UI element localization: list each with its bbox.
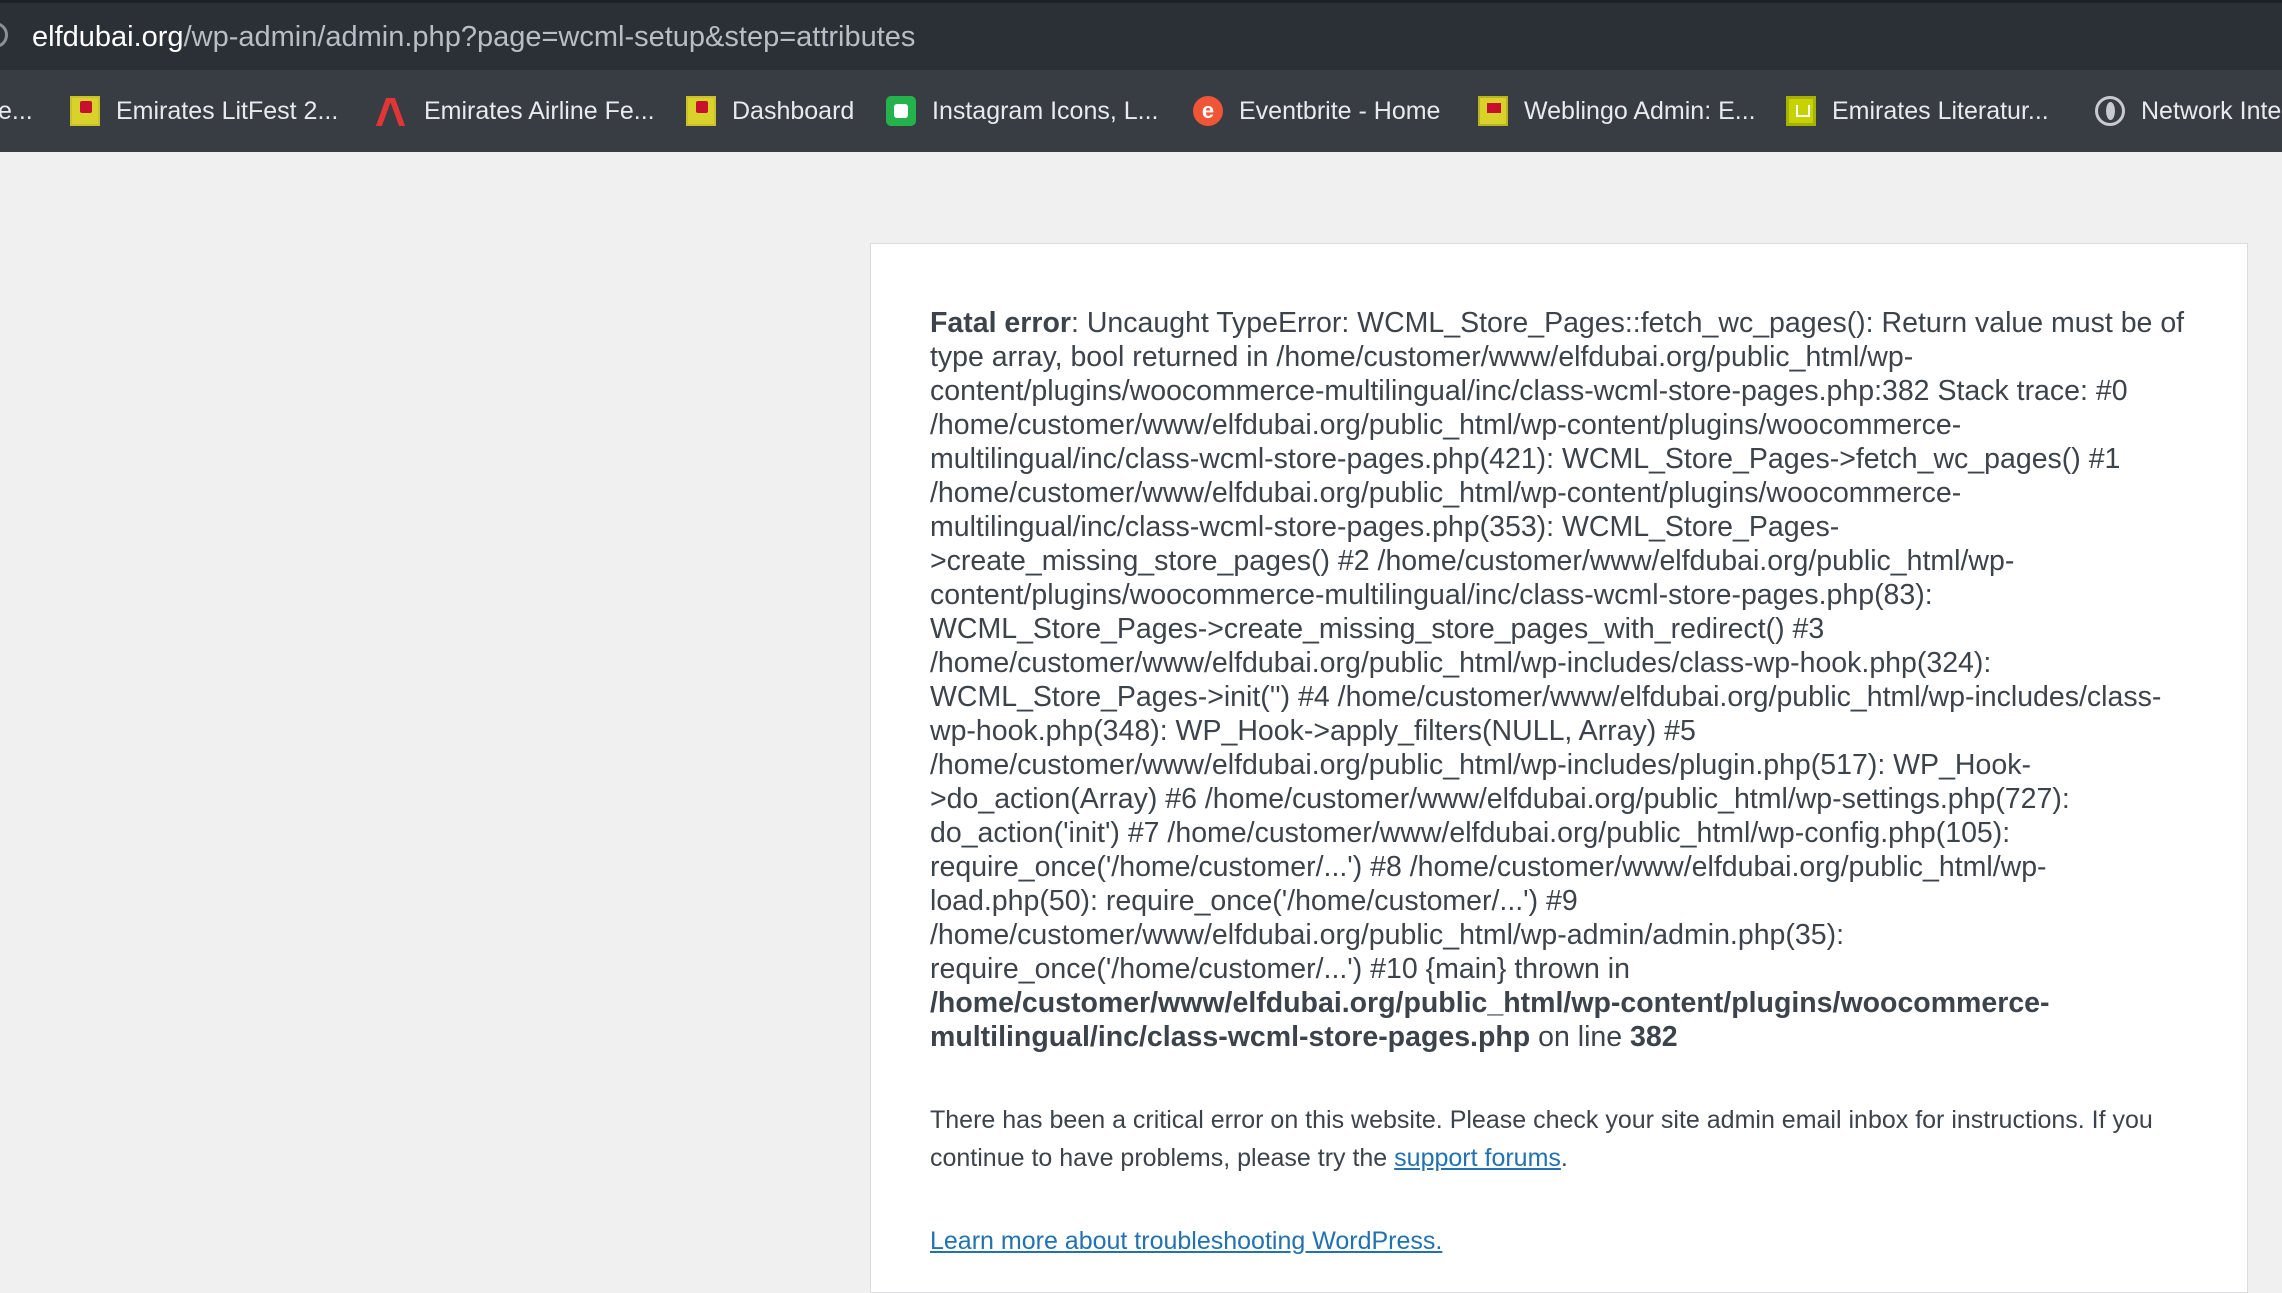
bookmark-label: Emirates Airline Fe...	[424, 96, 655, 125]
error-file-path: /home/customer/www/elfdubai.org/public_h…	[930, 987, 2050, 1053]
error-line-number: 382	[1630, 1021, 1678, 1053]
on-line-text: on line	[1530, 1021, 1631, 1053]
bookmark-network[interactable]: Network Inte	[2095, 70, 2281, 152]
globe-icon	[2095, 96, 2125, 126]
support-forums-link[interactable]: support forums	[1394, 1144, 1561, 1172]
eventbrite-icon: e	[1193, 96, 1223, 126]
critical-error-notice: There has been a critical error on this …	[930, 1101, 2190, 1177]
bookmark-label: Network Inte	[2141, 96, 2282, 125]
bookmarks-bar: e... Emirates LitFest 2... Emirates Airl…	[0, 70, 2282, 152]
error-stack-trace: : Uncaught TypeError: WCML_Store_Pages::…	[930, 307, 2185, 985]
emirates-litfest-icon	[686, 96, 716, 126]
bookmark-emirates-litfest[interactable]: Emirates LitFest 2...	[70, 70, 338, 152]
url-host: elfdubai.org	[32, 21, 184, 53]
bookmark-label: Eventbrite - Home	[1239, 96, 1441, 125]
weblingo-icon	[1478, 96, 1508, 126]
bookmark-clipped[interactable]: e...	[0, 70, 33, 152]
learn-more-troubleshooting-link[interactable]: Learn more about troubleshooting WordPre…	[930, 1227, 1442, 1255]
bookmark-label: Weblingo Admin: E...	[1524, 96, 1756, 125]
browser-address-bar[interactable]: elfdubai.org/wp-admin/admin.php?page=wcm…	[0, 0, 2282, 70]
error-page-card: Fatal error: Uncaught TypeError: WCML_St…	[870, 243, 2248, 1293]
bookmark-label: Dashboard	[732, 96, 855, 125]
bookmark-label: Emirates Literatur...	[1832, 96, 2049, 125]
notice-period: .	[1560, 1144, 1568, 1172]
bookmark-dashboard[interactable]: Dashboard	[686, 70, 854, 152]
site-info-icon[interactable]	[0, 22, 8, 48]
url-path: /wp-admin/admin.php?page=wcml-setup&step…	[183, 21, 916, 53]
bookmark-label: Emirates LitFest 2...	[116, 96, 339, 125]
emirates-litfest-icon	[70, 96, 100, 126]
bookmark-label: Instagram Icons, L...	[932, 96, 1159, 125]
bookmark-weblingo-admin[interactable]: Weblingo Admin: E...	[1478, 70, 1756, 152]
bookmark-label: e...	[0, 96, 33, 125]
url-field[interactable]: elfdubai.org/wp-admin/admin.php?page=wcm…	[32, 17, 915, 57]
bookmark-instagram-icons[interactable]: Instagram Icons, L...	[886, 70, 1159, 152]
fatal-error-label: Fatal error	[930, 307, 1071, 339]
bookmark-emirates-literature[interactable]: Emirates Literatur...	[1786, 70, 2049, 152]
emirates-literature-icon	[1786, 96, 1816, 126]
bookmark-emirates-airline[interactable]: Emirates Airline Fe...	[378, 70, 655, 152]
green-app-icon	[886, 96, 916, 126]
fatal-error-message: Fatal error: Uncaught TypeError: WCML_St…	[930, 306, 2190, 1054]
emirates-airline-icon	[378, 96, 408, 126]
bookmark-eventbrite[interactable]: e Eventbrite - Home	[1193, 70, 1440, 152]
learn-more-container: Learn more about troubleshooting WordPre…	[930, 1222, 1442, 1260]
